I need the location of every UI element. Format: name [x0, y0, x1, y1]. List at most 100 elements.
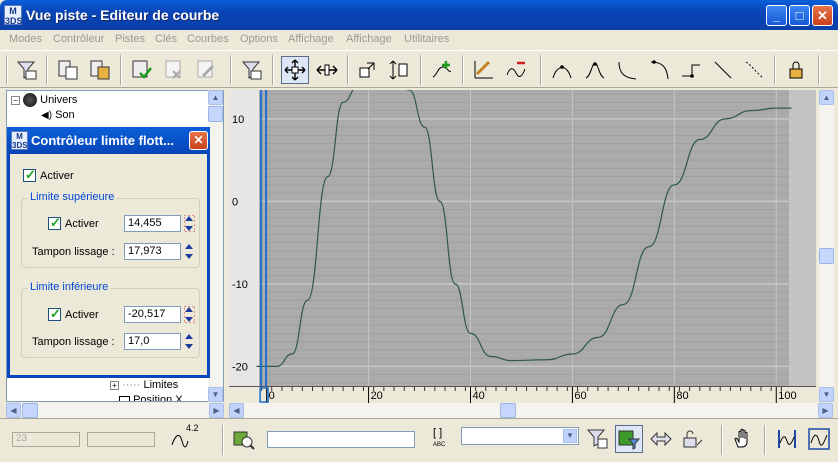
lower-smoothing-spinner[interactable]	[184, 333, 195, 350]
menu-cles[interactable]: Clés	[155, 33, 177, 45]
filter-animated-icon[interactable]	[615, 425, 643, 453]
lower-enable-checkbox[interactable]	[48, 306, 61, 322]
lower-limit-input[interactable]: -20,517	[124, 306, 181, 323]
zoom-extents-icon[interactable]	[805, 425, 833, 453]
tangent-fast-icon[interactable]	[613, 56, 641, 84]
x-tick-label: 40	[472, 390, 484, 402]
curve-value-label: 4.2	[186, 423, 199, 433]
text-select-icon[interactable]: [ ] ABC	[433, 427, 457, 453]
window-title: Vue piste - Editeur de courbe	[26, 7, 220, 23]
tree-item-label: Limites	[143, 379, 179, 391]
toolbar-separator	[272, 55, 274, 85]
tangent-step-icon[interactable]	[677, 56, 705, 84]
value-field[interactable]	[87, 432, 155, 447]
graph-scroll-thumb[interactable]	[819, 248, 834, 264]
frame-field[interactable]: 23	[12, 432, 80, 447]
enable-checkbox[interactable]	[23, 167, 36, 183]
paste-track-icon[interactable]	[86, 56, 114, 84]
add-keys-icon[interactable]	[428, 56, 456, 84]
curve-value-icon[interactable]: 4.2	[170, 423, 200, 453]
filter-icon[interactable]	[13, 56, 41, 84]
menu-affichage-1[interactable]: Affichage	[288, 33, 334, 45]
swap-curves-icon[interactable]	[647, 425, 675, 453]
dialog-close-button[interactable]: ✕	[189, 131, 208, 150]
scale-keys-icon[interactable]	[354, 56, 382, 84]
scroll-down-icon[interactable]: ▼	[208, 387, 223, 402]
lock-tangents-icon[interactable]	[783, 56, 811, 84]
scroll-left-icon[interactable]: ◀	[6, 403, 21, 418]
scroll-down-icon[interactable]: ▼	[819, 387, 834, 402]
scroll-right-icon[interactable]: ▶	[209, 403, 224, 418]
curve-chart[interactable]: 10 0 -10 -20	[229, 90, 816, 387]
tree-item-univers[interactable]: − Univers	[11, 93, 77, 107]
move-keys-icon[interactable]	[281, 56, 309, 84]
menu-pistes[interactable]: Pistes	[115, 33, 145, 45]
upper-smoothing-input[interactable]: 17,973	[124, 243, 181, 260]
assign-controller-icon[interactable]	[128, 56, 156, 84]
graph-horizontal-scrollbar[interactable]: ◀ ▶	[229, 403, 833, 418]
tree-hscroll-thumb[interactable]	[22, 403, 38, 418]
bracket-glyph: [ ]	[433, 427, 443, 439]
expand-icon[interactable]: +	[110, 380, 119, 390]
collapse-icon[interactable]: −	[11, 95, 20, 105]
maximize-button[interactable]: □	[789, 5, 810, 26]
tangent-smooth-icon[interactable]	[740, 56, 768, 84]
pan-hand-icon[interactable]	[730, 425, 758, 453]
scroll-left-icon[interactable]: ◀	[229, 403, 244, 418]
filter-dropdown[interactable]: ▼	[461, 427, 579, 445]
upper-enable-label: Activer	[65, 218, 99, 230]
scroll-up-icon[interactable]: ▲	[819, 90, 834, 105]
move-horizontal-icon[interactable]	[313, 56, 341, 84]
menu-affichage-2[interactable]: Affichage	[346, 33, 392, 45]
app-logo: M 3DS	[11, 131, 28, 150]
filter-selected-icon[interactable]	[584, 425, 612, 453]
scale-values-icon[interactable]	[386, 56, 414, 84]
reduce-keys-icon[interactable]	[502, 56, 530, 84]
tangent-slow-icon[interactable]	[645, 56, 673, 84]
dropdown-arrow-icon[interactable]: ▼	[563, 429, 577, 443]
tree-item-limites[interactable]: + ····· Limites	[110, 379, 178, 391]
copy-track-icon[interactable]	[54, 56, 82, 84]
upper-smoothing-spinner[interactable]	[184, 243, 195, 260]
selection-input[interactable]	[267, 431, 415, 448]
tree-item-position-x[interactable]: Position X	[119, 394, 183, 401]
scroll-right-icon[interactable]: ▶	[818, 403, 833, 418]
curve-graph[interactable]: 10 0 -10 -20	[229, 90, 816, 387]
scroll-up-icon[interactable]: ▲	[208, 90, 223, 105]
unlock-selection-icon[interactable]	[679, 425, 707, 453]
tree-item-son[interactable]: ◀) Son	[41, 109, 75, 121]
upper-enable-checkbox[interactable]	[48, 215, 61, 231]
delete-controller-icon[interactable]	[160, 56, 188, 84]
plot-end-area	[789, 90, 816, 387]
graph-vertical-scrollbar[interactable]: ▲ ▼	[819, 90, 834, 402]
tree-horizontal-scrollbar[interactable]: ◀ ▶	[6, 403, 224, 418]
close-button[interactable]: ✕	[812, 5, 833, 26]
menu-utilitaires[interactable]: Utilitaires	[404, 33, 449, 45]
x-tick-label: 0	[269, 390, 275, 402]
tangent-auto-icon[interactable]	[548, 56, 576, 84]
lower-limit-spinner[interactable]	[183, 305, 196, 324]
menu-controleur[interactable]: Contrôleur	[53, 33, 104, 45]
menu-options[interactable]: Options	[240, 33, 278, 45]
menu-courbes[interactable]: Courbes	[187, 33, 229, 45]
edit-controller-icon[interactable]	[192, 56, 220, 84]
tree-vertical-scrollbar[interactable]: ▲ ▼	[208, 90, 223, 402]
upper-limit-input[interactable]: 14,455	[124, 215, 181, 232]
zoom-extents-horizontal-icon[interactable]	[773, 425, 801, 453]
tree-item-label: Son	[55, 109, 75, 121]
zoom-selected-icon[interactable]	[230, 425, 258, 453]
y-axis-panel	[229, 90, 259, 387]
lower-smoothing-input[interactable]: 17,0	[124, 333, 181, 350]
tree-scroll-thumb[interactable]	[208, 106, 223, 122]
time-ruler[interactable]: 0 20 40 60 80 100	[229, 386, 816, 403]
menu-modes[interactable]: Modes	[9, 33, 42, 45]
filter-keys-icon[interactable]	[238, 56, 266, 84]
draw-curves-icon[interactable]	[470, 56, 498, 84]
upper-limit-spinner[interactable]	[183, 214, 196, 233]
tangent-custom-icon[interactable]	[581, 56, 609, 84]
graph-hscroll-thumb[interactable]	[500, 403, 516, 418]
tangent-linear-icon[interactable]	[709, 56, 737, 84]
window-titlebar[interactable]: M 3DS Vue piste - Editeur de courbe _ □ ✕	[0, 0, 838, 30]
minimize-button[interactable]: _	[766, 5, 787, 26]
dialog-titlebar[interactable]: M 3DS Contrôleur limite flott... ✕	[7, 127, 210, 154]
